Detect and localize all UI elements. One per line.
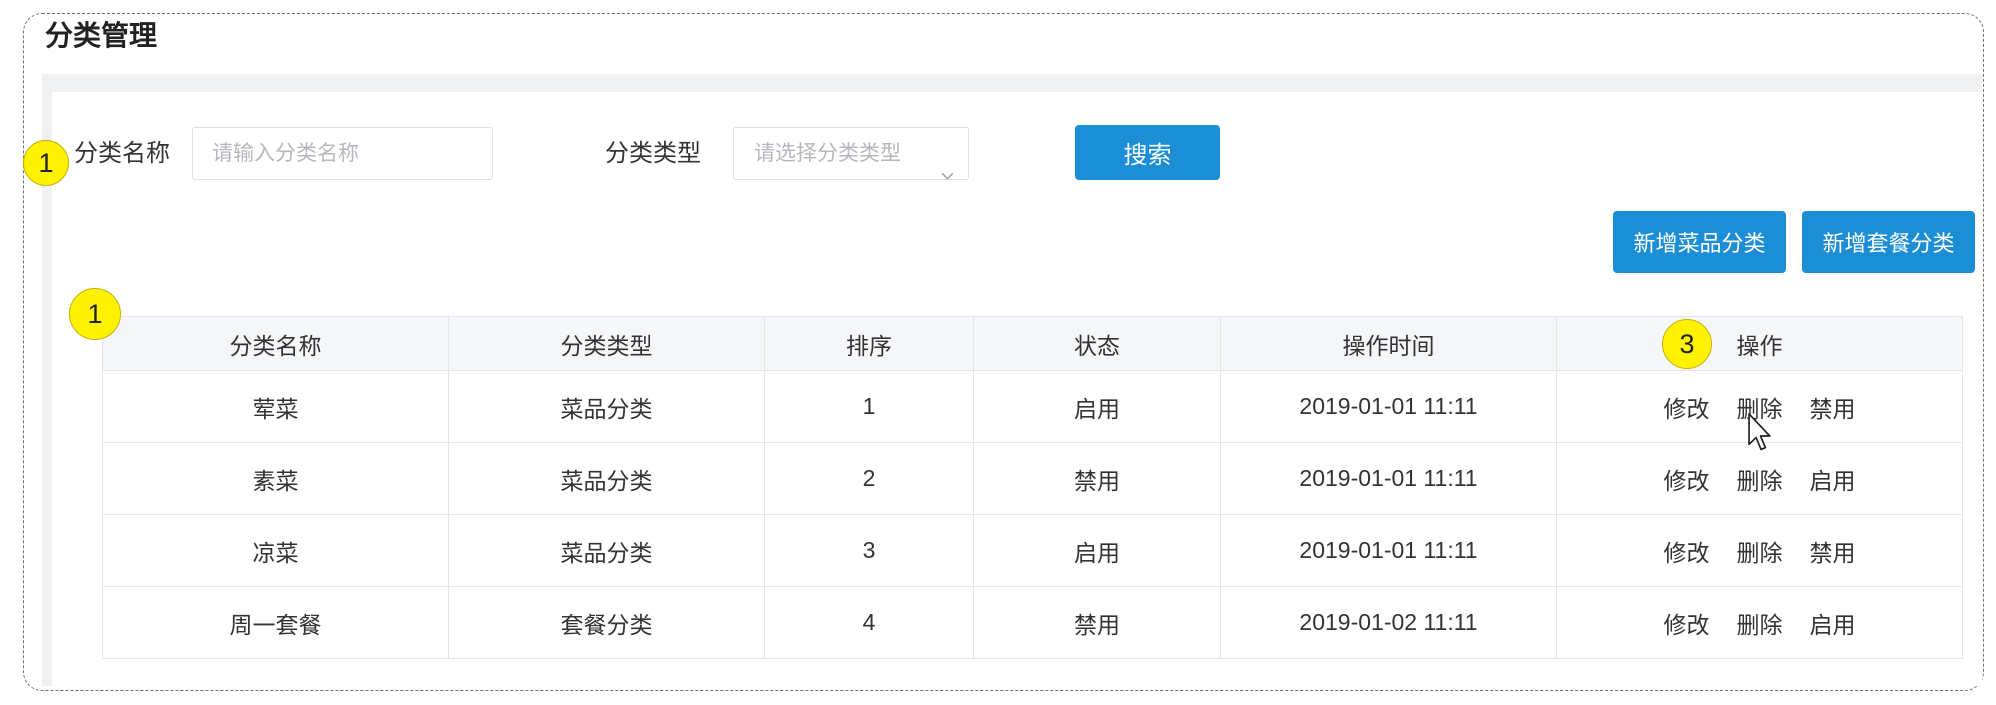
annotation-marker: 3 — [1662, 319, 1712, 369]
category-type-placeholder: 请选择分类类型 — [754, 142, 901, 165]
add-dish-category-button[interactable]: 新增菜品分类 — [1613, 211, 1786, 273]
search-button[interactable]: 搜索 — [1075, 125, 1220, 180]
page-title: 分类管理 — [45, 20, 158, 51]
cell-status: 启用 — [973, 370, 1221, 443]
delete-link[interactable]: 删除 — [1737, 534, 1783, 568]
cell-sort: 1 — [764, 370, 974, 443]
edit-link[interactable]: 修改 — [1664, 534, 1710, 568]
column-header-status: 状态 — [973, 316, 1221, 371]
cell-sort: 4 — [764, 586, 974, 659]
cell-category-name: 素菜 — [102, 442, 449, 515]
delete-link[interactable]: 删除 — [1737, 606, 1783, 640]
cell-status: 禁用 — [973, 442, 1221, 515]
table-row: 素菜 菜品分类 2 禁用 2019-01-01 11:11 修改 删除 启用 — [102, 442, 1963, 515]
cell-time: 2019-01-01 11:11 — [1220, 370, 1557, 443]
cell-category-type: 菜品分类 — [448, 370, 765, 443]
chevron-down-icon — [941, 149, 954, 180]
edit-link[interactable]: 修改 — [1664, 390, 1710, 424]
toggle-status-link[interactable]: 禁用 — [1810, 534, 1856, 568]
table-row: 凉菜 菜品分类 3 启用 2019-01-01 11:11 修改 删除 禁用 — [102, 514, 1963, 587]
cell-actions: 修改 删除 禁用 — [1556, 514, 1963, 587]
mouse-pointer-icon — [1747, 412, 1773, 452]
edit-link[interactable]: 修改 — [1664, 606, 1710, 640]
table-row: 荤菜 菜品分类 1 启用 2019-01-01 11:11 修改 删除 禁用 — [102, 370, 1963, 443]
toggle-status-link[interactable]: 启用 — [1810, 462, 1856, 496]
toggle-status-link[interactable]: 禁用 — [1810, 390, 1856, 424]
cell-time: 2019-01-01 11:11 — [1220, 442, 1557, 515]
cell-actions: 修改 删除 启用 — [1556, 442, 1963, 515]
column-header-name: 分类名称 — [102, 316, 449, 371]
edit-link[interactable]: 修改 — [1664, 462, 1710, 496]
annotation-marker: 1 — [23, 140, 69, 186]
annotation-marker: 1 — [69, 288, 121, 340]
delete-link[interactable]: 删除 — [1737, 462, 1783, 496]
cell-status: 禁用 — [973, 586, 1221, 659]
cell-sort: 3 — [764, 514, 974, 587]
category-type-label: 分类类型 — [605, 140, 701, 167]
cell-sort: 2 — [764, 442, 974, 515]
cell-category-type: 菜品分类 — [448, 442, 765, 515]
cell-time: 2019-01-02 11:11 — [1220, 586, 1557, 659]
cell-category-type: 菜品分类 — [448, 514, 765, 587]
cell-category-type: 套餐分类 — [448, 586, 765, 659]
cell-actions: 修改 删除 启用 — [1556, 586, 1963, 659]
category-name-label: 分类名称 — [74, 140, 170, 167]
cell-category-name: 荤菜 — [102, 370, 449, 443]
column-header-time: 操作时间 — [1220, 316, 1557, 371]
column-header-sort: 排序 — [764, 316, 974, 371]
add-combo-category-button[interactable]: 新增套餐分类 — [1802, 211, 1975, 273]
cell-status: 启用 — [973, 514, 1221, 587]
cell-category-name: 凉菜 — [102, 514, 449, 587]
category-type-select[interactable]: 请选择分类类型 — [733, 127, 969, 180]
toggle-status-link[interactable]: 启用 — [1810, 606, 1856, 640]
cell-category-name: 周一套餐 — [102, 586, 449, 659]
column-header-actions: 操作 — [1556, 316, 1963, 371]
column-header-type: 分类类型 — [448, 316, 765, 371]
cell-time: 2019-01-01 11:11 — [1220, 514, 1557, 587]
table-row: 周一套餐 套餐分类 4 禁用 2019-01-02 11:11 修改 删除 启用 — [102, 586, 1963, 659]
category-name-input[interactable] — [192, 127, 493, 180]
